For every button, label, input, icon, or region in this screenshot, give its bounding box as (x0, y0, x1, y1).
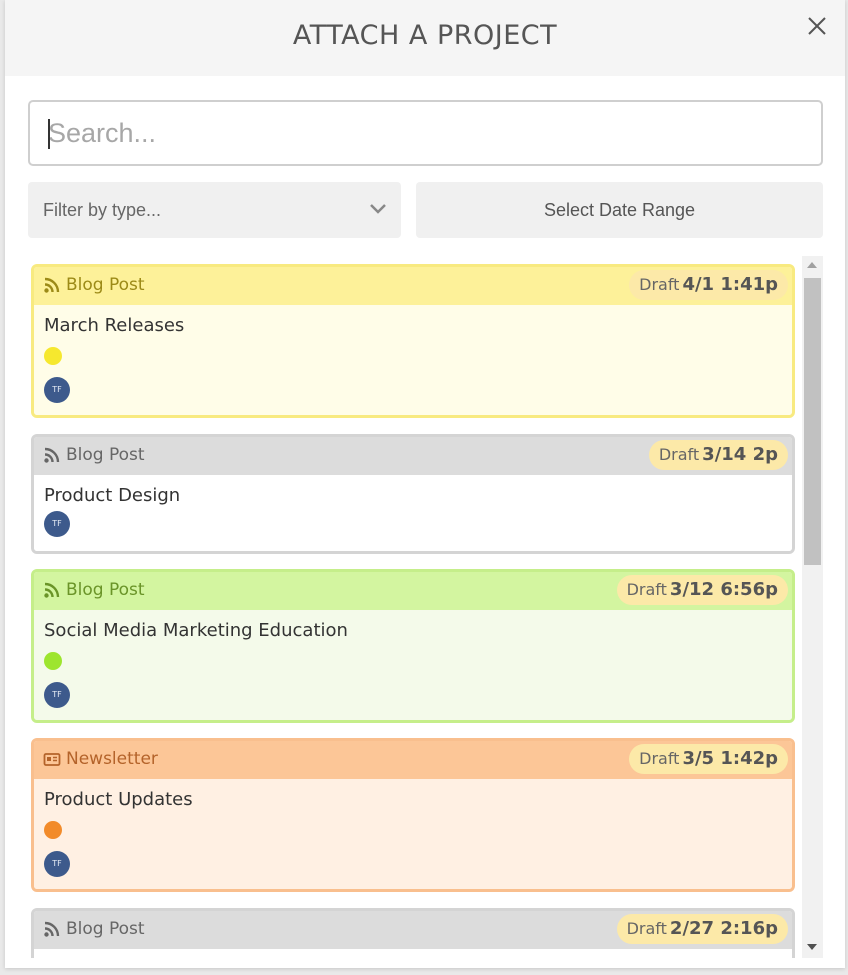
search-box (28, 100, 823, 166)
chevron-down-icon (370, 204, 386, 214)
project-card-header: Blog Post Draft 4/1 1:41p (34, 267, 792, 305)
project-type-label: Blog Post (66, 580, 145, 600)
project-card-header: Newsletter Draft 3/5 1:42p (34, 741, 792, 779)
rss-icon (43, 276, 61, 294)
attach-project-modal: ATTACH A PROJECT Filter by type... Selec… (5, 0, 845, 968)
project-card-header: Blog Post Draft 2/27 2:16p (34, 911, 792, 949)
project-type: Newsletter (43, 749, 158, 769)
project-type-label: Blog Post (66, 275, 145, 295)
status-date-badge: Draft 3/5 1:42p (629, 744, 788, 774)
scrollbar[interactable] (802, 256, 823, 958)
search-input[interactable] (30, 102, 821, 164)
project-card[interactable]: Blog Post Draft 3/14 2p Product Design TF (31, 434, 795, 554)
status-label: Draft (658, 445, 700, 464)
project-title: Product Updates (44, 789, 193, 810)
project-card-header: Blog Post Draft 3/12 6:56p (34, 572, 792, 610)
project-title: March Releases (44, 315, 185, 336)
project-type-label: Blog Post (66, 445, 145, 465)
filter-by-type-label: Filter by type... (43, 200, 162, 220)
project-type-label: Blog Post (66, 919, 145, 939)
project-card-body (34, 949, 792, 958)
status-label: Draft (639, 749, 680, 768)
newspaper-icon (43, 750, 61, 768)
status-label: Draft (626, 580, 667, 599)
project-card[interactable]: Newsletter Draft 3/5 1:42p Product Updates T… (31, 738, 795, 892)
modal-title: ATTACH A PROJECT (292, 20, 558, 51)
color-tag-dot (44, 347, 62, 365)
scroll-down-arrow-icon[interactable] (807, 944, 817, 950)
avatar: TF (44, 851, 70, 877)
scroll-up-arrow-icon[interactable] (807, 262, 817, 268)
date-label: 3/12 6:56p (669, 579, 778, 600)
project-type: Blog Post (43, 445, 145, 465)
color-tag-dot (44, 821, 62, 839)
project-title: Social Media Marketing Education (44, 620, 348, 641)
project-card[interactable]: Blog Post Draft 3/12 6:56p Social Media Mar… (31, 569, 795, 723)
close-button[interactable] (803, 12, 831, 40)
status-label: Draft (626, 919, 667, 938)
date-label: 4/1 1:41p (682, 274, 778, 295)
status-label: Draft (639, 275, 680, 294)
project-card[interactable]: Blog Post Draft 2/27 2:16p (31, 908, 795, 958)
rss-icon (43, 446, 61, 464)
date-label: 3/14 2p (702, 444, 778, 465)
date-label: 3/5 1:42p (682, 748, 778, 769)
project-card[interactable]: Blog Post Draft 4/1 1:41p March Releases TF (31, 264, 795, 418)
text-caret (48, 119, 50, 149)
project-title: Product Design (44, 485, 181, 506)
status-date-badge: Draft 4/1 1:41p (629, 270, 788, 300)
rss-icon (43, 581, 61, 599)
project-card-header: Blog Post Draft 3/14 2p (34, 437, 792, 475)
project-list: Blog Post Draft 4/1 1:41p March Releases TF B… (30, 256, 801, 958)
status-date-badge: Draft 2/27 2:16p (616, 914, 788, 944)
project-card-body: Product Design TF (34, 475, 792, 551)
project-card-body: March Releases TF (34, 305, 792, 415)
modal-header: ATTACH A PROJECT (5, 0, 845, 76)
filter-by-type-dropdown[interactable]: Filter by type... (28, 182, 401, 238)
project-type-label: Newsletter (66, 749, 158, 769)
scrollbar-thumb[interactable] (804, 278, 821, 565)
select-date-range-button[interactable]: Select Date Range (416, 182, 823, 238)
avatar: TF (44, 377, 70, 403)
project-card-body: Product Updates TF (34, 779, 792, 889)
project-card-body: Social Media Marketing Education TF (34, 610, 792, 720)
color-tag-dot (44, 652, 62, 670)
project-type: Blog Post (43, 919, 145, 939)
status-date-badge: Draft 3/14 2p (648, 440, 788, 470)
avatar: TF (44, 682, 70, 708)
status-date-badge: Draft 3/12 6:56p (616, 575, 788, 605)
rss-icon (43, 920, 61, 938)
project-type: Blog Post (43, 580, 145, 600)
close-icon (808, 17, 826, 35)
date-label: 2/27 2:16p (669, 918, 778, 939)
avatar: TF (44, 511, 70, 537)
project-type: Blog Post (43, 275, 145, 295)
